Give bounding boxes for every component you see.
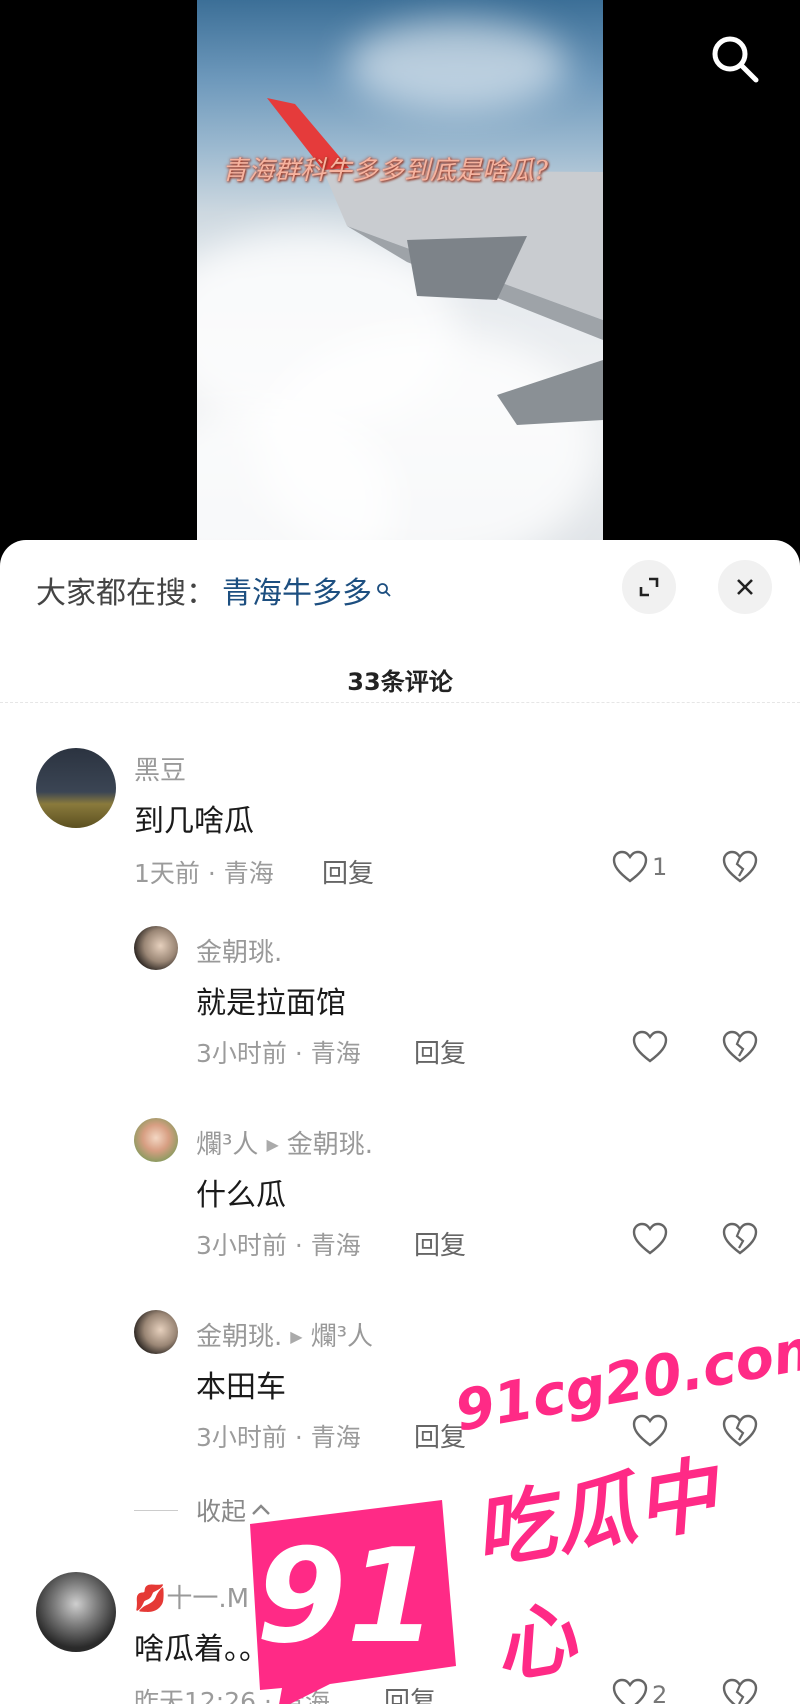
- avatar[interactable]: [36, 748, 116, 828]
- video-player[interactable]: 青海群科牛多多到底是啥瓜?: [0, 0, 800, 560]
- expand-icon: [639, 577, 659, 597]
- video-overlay-title: 青海群科牛多多到底是啥瓜?: [222, 156, 548, 186]
- divider: [134, 1509, 178, 1511]
- dislike-button[interactable]: [722, 1030, 758, 1068]
- watermark-badge-number: 91: [256, 1520, 437, 1672]
- comment-meta: 1天前 · 青海: [134, 859, 274, 888]
- expand-button[interactable]: [622, 560, 676, 614]
- reply-button[interactable]: 回复: [414, 1225, 466, 1262]
- avatar[interactable]: [134, 1118, 178, 1162]
- reply-arrow-icon: ▶: [290, 1327, 303, 1346]
- dislike-button[interactable]: [722, 850, 758, 888]
- heart-icon: [632, 1030, 668, 1063]
- reply-author[interactable]: 爛³人: [196, 1130, 258, 1160]
- comment-username[interactable]: 金朝珧.: [196, 932, 282, 969]
- heart-icon: [612, 850, 648, 883]
- hot-search-term[interactable]: 青海牛多多: [222, 568, 372, 612]
- reply-author[interactable]: 金朝珧.: [196, 1322, 282, 1352]
- comment-meta: 3小时前 · 青海: [196, 1231, 361, 1260]
- comment-meta: 3小时前 · 青海: [196, 1039, 361, 1068]
- watermark-badge: 91: [220, 1500, 460, 1704]
- close-button[interactable]: [718, 560, 772, 614]
- comment-text: 到几啥瓜: [134, 804, 254, 839]
- comment-username[interactable]: 黑豆: [134, 750, 186, 787]
- like-button[interactable]: 2: [612, 1678, 667, 1704]
- dislike-button[interactable]: [722, 1678, 758, 1704]
- like-button[interactable]: 1: [612, 850, 667, 884]
- comment-meta: 3小时前 · 青海: [196, 1423, 361, 1452]
- reply-target[interactable]: 金朝珧.: [287, 1130, 373, 1160]
- comment-username[interactable]: 金朝珧. ▶ 爛³人: [196, 1316, 373, 1353]
- hot-search-bar[interactable]: 大家都在搜： 青海牛多多: [36, 568, 392, 612]
- comment-username[interactable]: 爛³人 ▶ 金朝珧.: [196, 1124, 373, 1161]
- comment-text: 就是拉面馆: [196, 986, 346, 1021]
- heart-icon: [632, 1222, 668, 1255]
- broken-heart-icon: [722, 1222, 758, 1255]
- hot-search-prefix: 大家都在搜：: [36, 576, 216, 611]
- heart-icon: [612, 1678, 648, 1704]
- reply-button[interactable]: 回复: [322, 853, 374, 890]
- broken-heart-icon: [722, 1678, 758, 1704]
- close-icon: [737, 579, 753, 595]
- divider: [0, 702, 800, 708]
- comment-text: 什么瓜: [196, 1178, 286, 1213]
- reply-button[interactable]: 回复: [414, 1033, 466, 1070]
- broken-heart-icon: [722, 1030, 758, 1063]
- avatar[interactable]: [134, 1310, 178, 1354]
- search-icon[interactable]: [706, 30, 766, 90]
- dislike-button[interactable]: [722, 1222, 758, 1260]
- like-button[interactable]: [632, 1222, 668, 1256]
- airplane-wing-image: [267, 98, 603, 425]
- like-count: 1: [652, 853, 668, 881]
- video-frame[interactable]: 青海群科牛多多到底是啥瓜?: [197, 0, 603, 560]
- like-button[interactable]: [632, 1030, 668, 1064]
- like-count: 2: [652, 1681, 668, 1704]
- search-icon: [377, 583, 391, 597]
- avatar[interactable]: [36, 1572, 116, 1652]
- comment-text: 本田车: [196, 1370, 286, 1405]
- reply-arrow-icon: ▶: [266, 1135, 279, 1154]
- reply-target[interactable]: 爛³人: [311, 1322, 373, 1352]
- comment-count-title: 33条评论: [347, 668, 453, 696]
- avatar[interactable]: [134, 926, 178, 970]
- broken-heart-icon: [722, 850, 758, 883]
